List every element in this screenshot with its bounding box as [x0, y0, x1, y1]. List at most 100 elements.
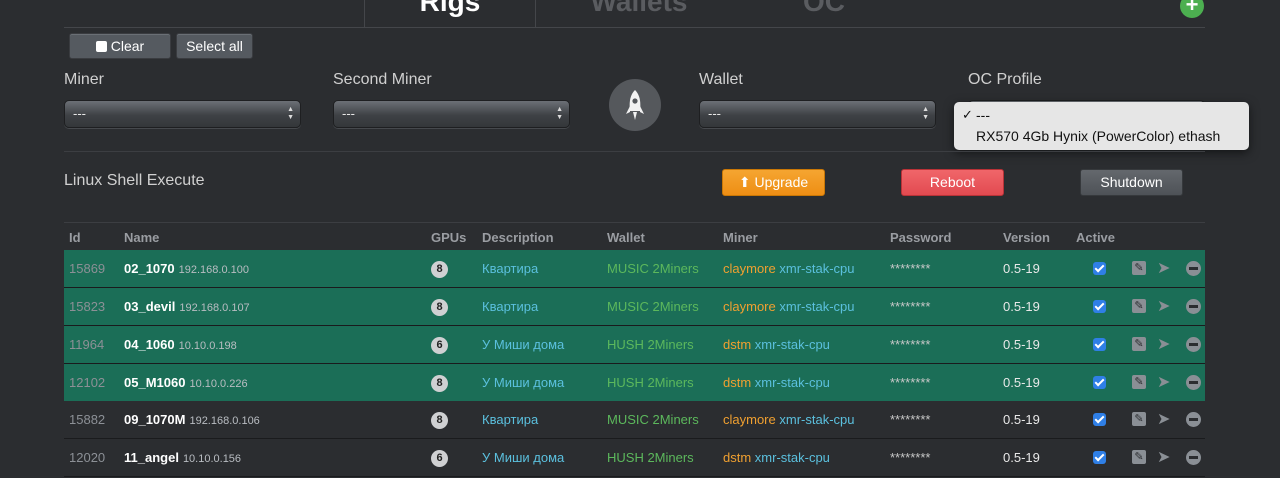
gpu-count-badge: 6	[431, 337, 448, 354]
table-row[interactable]: 15882 09_1070M 192.168.0.106 8 Квартира MUSIC…	[64, 401, 1205, 438]
active-checkbox[interactable]	[1093, 262, 1106, 275]
row-id: 12102	[69, 375, 106, 390]
col-miner[interactable]: Miner	[723, 230, 758, 245]
col-id[interactable]: Id	[69, 230, 81, 245]
edit-icon[interactable]: ✎	[1132, 450, 1146, 464]
row-name[interactable]: 09_1070M 192.168.0.106	[124, 401, 260, 440]
row-wallet[interactable]: MUSIC 2Miners	[607, 250, 699, 287]
rig-ip: 192.168.0.107	[179, 302, 250, 314]
remove-icon[interactable]	[1186, 337, 1201, 352]
table-row[interactable]: 15869 02_1070 192.168.0.100 8 Квартира MUSIC …	[64, 250, 1205, 287]
rig-ip: 10.10.0.156	[182, 453, 242, 465]
dropdown-option[interactable]: RX570 4Gb Hynix (PowerColor) ethash	[976, 128, 1220, 144]
active-checkbox[interactable]	[1093, 300, 1106, 313]
send-icon[interactable]: ➤	[1157, 260, 1170, 277]
select-all-button[interactable]: Select all	[176, 33, 253, 59]
edit-icon[interactable]: ✎	[1132, 337, 1146, 351]
reboot-button[interactable]: Reboot	[901, 169, 1004, 196]
second-miner[interactable]: xmr-stak-cpu	[755, 337, 830, 352]
primary-miner[interactable]: claymore	[723, 261, 776, 276]
send-icon[interactable]: ➤	[1157, 336, 1170, 353]
row-id: 11964	[69, 337, 105, 352]
table-row[interactable]: 11964 04_1060 10.10.0.198 6 У Миши дома HUSH …	[64, 326, 1205, 363]
shutdown-button[interactable]: Shutdown	[1080, 169, 1183, 196]
tab-rigs[interactable]: Rigs	[364, 0, 536, 27]
col-description[interactable]: Description	[482, 230, 554, 245]
second-miner[interactable]: xmr-stak-cpu	[779, 412, 854, 427]
row-password: ********	[890, 337, 931, 352]
col-name[interactable]: Name	[124, 230, 159, 245]
rocket-icon	[626, 90, 644, 120]
active-checkbox[interactable]	[1093, 376, 1106, 389]
updown-arrow-icon: ▲ ▼	[556, 106, 563, 121]
row-description[interactable]: У Миши дома	[482, 364, 564, 401]
rig-name: 09_1070M	[124, 412, 186, 427]
row-name[interactable]: 04_1060 10.10.0.198	[124, 326, 237, 365]
row-miner: claymore xmr-stak-cpu	[723, 250, 855, 287]
gpu-count-badge: 8	[431, 299, 448, 316]
edit-icon[interactable]: ✎	[1132, 299, 1146, 313]
row-wallet[interactable]: HUSH 2Miners	[607, 326, 694, 363]
remove-icon[interactable]	[1186, 261, 1201, 276]
dropdown-option[interactable]: ✓ ---	[962, 107, 990, 123]
edit-icon[interactable]: ✎	[1132, 412, 1146, 426]
row-description[interactable]: У Миши дома	[482, 326, 564, 363]
row-wallet[interactable]: MUSIC 2Miners	[607, 401, 699, 438]
active-checkbox[interactable]	[1093, 413, 1106, 426]
table-row[interactable]: 15823 03_devil 192.168.0.107 8 Квартира MUSIC…	[64, 288, 1205, 325]
upgrade-button[interactable]: ⬆ Upgrade	[722, 169, 825, 196]
row-id: 15882	[69, 412, 106, 427]
miner-select[interactable]: --- ▲ ▼	[64, 100, 301, 128]
row-description[interactable]: Квартира	[482, 401, 538, 438]
primary-miner[interactable]: claymore	[723, 299, 776, 314]
rig-ip: 192.168.0.106	[189, 415, 260, 427]
row-miner: claymore xmr-stak-cpu	[723, 288, 855, 325]
row-description[interactable]: Квартира	[482, 250, 538, 287]
row-version: 0.5-19	[1003, 337, 1040, 352]
row-wallet[interactable]: MUSIC 2Miners	[607, 288, 699, 325]
row-miner: dstm xmr-stak-cpu	[723, 364, 830, 401]
col-gpus[interactable]: GPUs	[431, 230, 466, 245]
row-version: 0.5-19	[1003, 261, 1040, 276]
second-miner[interactable]: xmr-stak-cpu	[779, 261, 854, 276]
edit-icon[interactable]: ✎	[1132, 261, 1146, 275]
clear-button[interactable]: Clear	[69, 33, 171, 59]
col-wallet[interactable]: Wallet	[607, 230, 645, 245]
second-miner[interactable]: xmr-stak-cpu	[755, 375, 830, 390]
rig-name: 03_devil	[124, 299, 176, 314]
row-description[interactable]: Квартира	[482, 288, 538, 325]
rig-name: 04_1060	[124, 337, 175, 352]
row-name[interactable]: 05_M1060 10.10.0.226	[124, 364, 248, 403]
rig-ip: 10.10.0.198	[178, 340, 237, 352]
miner-select-value: ---	[73, 106, 86, 121]
active-checkbox[interactable]	[1093, 338, 1106, 351]
row-name[interactable]: 11_angel 10.10.0.156	[124, 439, 241, 478]
tab-oc[interactable]: OC	[764, 0, 884, 27]
row-wallet[interactable]: HUSH 2Miners	[607, 364, 694, 401]
primary-miner[interactable]: dstm	[723, 375, 751, 390]
rocket-button[interactable]	[609, 79, 661, 131]
row-name[interactable]: 02_1070 192.168.0.100	[124, 250, 249, 289]
col-active[interactable]: Active	[1076, 230, 1115, 245]
second-miner-select[interactable]: --- ▲ ▼	[333, 100, 570, 128]
remove-icon[interactable]	[1186, 412, 1201, 427]
table-header: Id Name GPUs Description Wallet Miner Pa…	[64, 222, 1205, 251]
send-icon[interactable]: ➤	[1157, 298, 1170, 315]
remove-icon[interactable]	[1186, 299, 1201, 314]
send-icon[interactable]: ➤	[1157, 374, 1170, 391]
primary-miner[interactable]: claymore	[723, 412, 776, 427]
rig-ip: 10.10.0.226	[189, 378, 248, 390]
tab-wallets[interactable]: Wallets	[554, 0, 724, 27]
primary-miner[interactable]: dstm	[723, 337, 751, 352]
row-version: 0.5-19	[1003, 375, 1040, 390]
row-name[interactable]: 03_devil 192.168.0.107	[124, 288, 250, 327]
second-miner[interactable]: xmr-stak-cpu	[779, 299, 854, 314]
edit-icon[interactable]: ✎	[1132, 375, 1146, 389]
col-password[interactable]: Password	[890, 230, 951, 245]
row-password: ********	[890, 299, 931, 314]
remove-icon[interactable]	[1186, 375, 1201, 390]
send-icon[interactable]: ➤	[1157, 411, 1170, 428]
table-row[interactable]: 12102 05_M1060 10.10.0.226 8 У Миши дома HUSH…	[64, 364, 1205, 401]
wallet-select[interactable]: --- ▲ ▼	[699, 100, 936, 128]
col-version[interactable]: Version	[1003, 230, 1050, 245]
